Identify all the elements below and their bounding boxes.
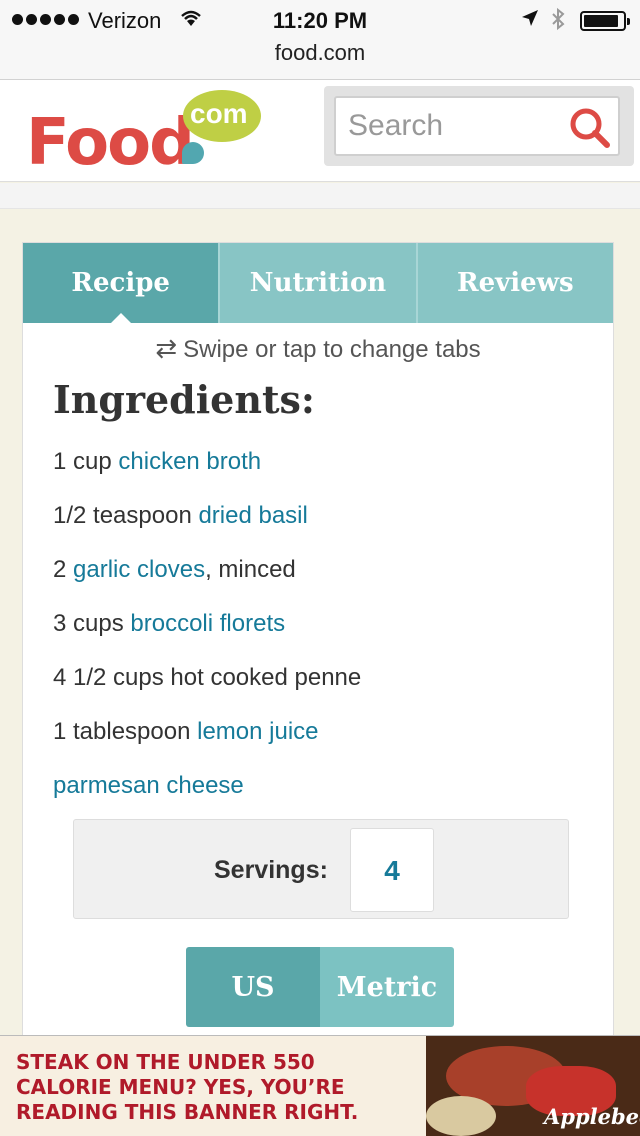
recipe-card: Recipe Nutrition Reviews ⇄ Swipe or tap t…	[22, 242, 614, 1042]
search-box	[324, 86, 634, 166]
ad-banner[interactable]: STEAK ON THE UNDER 550 CALORIE MENU? YES…	[0, 1035, 640, 1136]
ingredient-quantity: 1 tablespoon	[53, 718, 198, 745]
ingredient-item: parmesan cheese	[53, 759, 613, 813]
clock: 11:20 PM	[272, 8, 368, 33]
servings-input[interactable]: 4	[350, 828, 434, 912]
tab-recipe[interactable]: Recipe	[23, 243, 221, 324]
ingredient-quantity: 1 cup	[53, 448, 119, 475]
unit-metric-button[interactable]: Metric	[320, 947, 454, 1027]
tab-nutrition[interactable]: Nutrition	[220, 243, 418, 323]
ingredient-quantity: 3 cups	[53, 610, 131, 637]
url-bar[interactable]: food.com	[0, 40, 640, 66]
search-icon[interactable]	[568, 106, 612, 150]
ad-food-shape	[426, 1096, 496, 1136]
ingredient-link[interactable]: garlic cloves	[73, 556, 205, 583]
battery-icon	[580, 11, 630, 31]
servings-box: Servings: 4	[73, 819, 569, 919]
swipe-hint: ⇄ Swipe or tap to change tabs	[23, 333, 613, 365]
ad-line: READING THIS BANNER RIGHT.	[16, 1100, 359, 1124]
ingredient-item: 2 garlic cloves, minced	[53, 543, 613, 597]
location-arrow-icon	[520, 8, 540, 34]
browser-status-bar: Verizon 11:20 PM food.com	[0, 0, 640, 80]
ingredient-link[interactable]: dried basil	[198, 502, 307, 529]
bluetooth-icon	[550, 7, 566, 37]
site-header: Food com	[0, 80, 640, 182]
unit-toggle: US Metric	[186, 947, 454, 1027]
ingredient-item: 4 1/2 cups hot cooked penne	[53, 651, 613, 705]
ingredient-link[interactable]: chicken broth	[118, 448, 261, 475]
ingredients-heading: Ingredients:	[53, 377, 315, 422]
ingredient-item: 3 cups broccoli florets	[53, 597, 613, 651]
header-divider-strip	[0, 183, 640, 209]
ad-brand-logo: Applebees	[544, 1104, 640, 1129]
swipe-hint-text: Swipe or tap to change tabs	[183, 336, 481, 363]
ingredient-quantity: 4 1/2 cups hot cooked penne	[53, 664, 362, 691]
recipe-tabs: Recipe Nutrition Reviews	[23, 243, 613, 324]
ingredient-note: , minced	[205, 556, 296, 583]
ingredient-item: 1 tablespoon lemon juice	[53, 705, 613, 759]
ad-food-image: Applebees	[426, 1036, 640, 1136]
logo-com-text: com	[190, 98, 248, 129]
ingredient-item: 1/2 teaspoon dried basil	[53, 489, 613, 543]
ingredient-quantity: 2	[53, 556, 74, 583]
logo-wordmark: Food	[26, 106, 195, 180]
logo-dot	[182, 142, 204, 164]
ingredient-item: 1 cup chicken broth	[53, 435, 613, 489]
ingredients-list: 1 cup chicken broth 1/2 teaspoon dried b…	[53, 435, 613, 813]
ingredient-quantity: 1/2 teaspoon	[53, 502, 199, 529]
swap-arrows-icon: ⇄	[155, 333, 178, 363]
ingredient-link[interactable]: lemon juice	[197, 718, 318, 745]
food-com-logo[interactable]: Food com	[26, 90, 266, 180]
ingredient-link[interactable]: parmesan cheese	[53, 772, 244, 799]
ad-headline: STEAK ON THE UNDER 550 CALORIE MENU? YES…	[16, 1050, 358, 1125]
ad-line: CALORIE MENU? YES, YOU’RE	[16, 1075, 345, 1099]
tab-reviews[interactable]: Reviews	[417, 243, 613, 323]
ad-line: STEAK ON THE UNDER 550	[16, 1050, 315, 1074]
servings-label: Servings:	[214, 856, 328, 884]
unit-us-button[interactable]: US	[186, 947, 320, 1027]
ingredient-link[interactable]: broccoli florets	[130, 610, 285, 637]
